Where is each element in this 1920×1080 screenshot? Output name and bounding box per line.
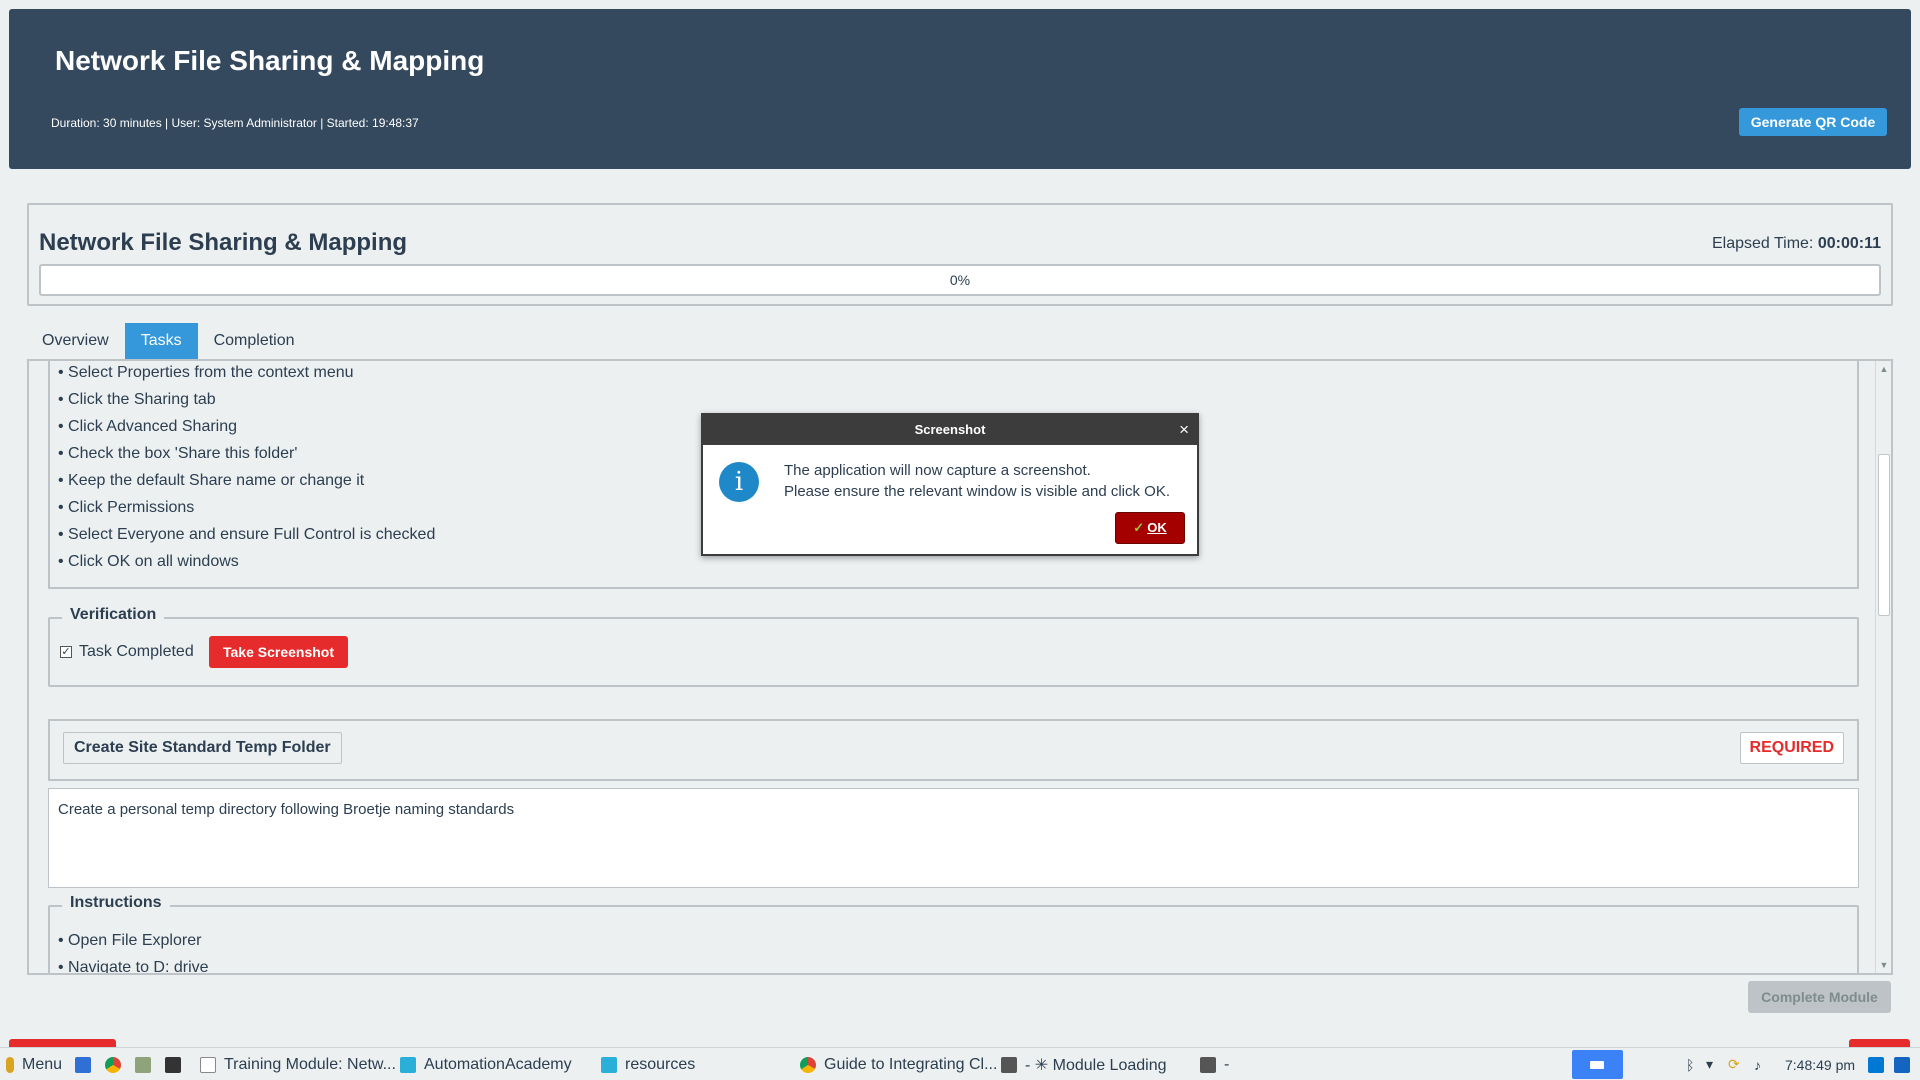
folder-icon <box>400 1056 416 1073</box>
bottom-left-button-edge[interactable] <box>9 1039 116 1047</box>
generate-qr-code-button[interactable]: Generate QR Code <box>1739 108 1887 136</box>
step-item: • Keep the default Share name or change … <box>58 472 365 489</box>
show-desktop-icon[interactable] <box>75 1048 99 1080</box>
volume-icon[interactable]: ♪ <box>1754 1048 1761 1080</box>
window-icon <box>200 1056 216 1073</box>
bottom-right-button-edge[interactable] <box>1849 1039 1910 1047</box>
terminal-icon[interactable] <box>165 1048 189 1080</box>
elapsed-time-value: 00:00:11 <box>1817 235 1881 252</box>
step-item: • Click Advanced Sharing <box>58 418 238 435</box>
dialog-message: The application will now capture a scree… <box>784 460 1170 502</box>
step-item: • Check the box 'Share this folder' <box>58 445 298 462</box>
info-icon: i <box>719 462 759 502</box>
dialog-title: Screenshot <box>703 415 1197 445</box>
ok-button[interactable]: ✓ OK <box>1115 512 1185 544</box>
menu-icon <box>6 1056 14 1073</box>
dialog-message-line: The application will now capture a scree… <box>784 462 1091 479</box>
folder-icon <box>601 1056 617 1073</box>
elapsed-time: Elapsed Time: 00:00:11 <box>1712 235 1881 253</box>
step-item: • Select Everyone and ensure Full Contro… <box>58 526 436 543</box>
taskbar-window-module-loading[interactable]: - ✳ Module Loading <box>1001 1048 1167 1080</box>
window-label: resources <box>625 1055 696 1073</box>
header-title: Network File Sharing & Mapping <box>55 45 485 76</box>
vertical-scrollbar[interactable]: ▲ ▼ <box>1875 361 1891 973</box>
chrome-icon <box>800 1056 816 1073</box>
update-icon[interactable]: ⟳ <box>1728 1048 1740 1080</box>
screenshot-dialog: Screenshot × i The application will now … <box>701 413 1199 556</box>
module-title: Network File Sharing & Mapping <box>39 229 408 256</box>
task-completed-label: Task Completed <box>79 643 194 660</box>
window-label: - <box>1224 1055 1230 1073</box>
taskbar-window-terminal[interactable]: - <box>1200 1048 1229 1080</box>
taskbar-window-guide[interactable]: Guide to Integrating Cl... <box>800 1048 997 1080</box>
step-item: • Click OK on all windows <box>58 553 239 570</box>
step-item: • Open File Explorer <box>58 932 202 949</box>
scroll-down-icon[interactable]: ▼ <box>1878 959 1890 971</box>
bluetooth-icon[interactable]: ᛒ <box>1686 1048 1694 1080</box>
task-name: Create Site Standard Temp Folder <box>63 732 342 764</box>
instructions-legend: Instructions <box>62 894 170 912</box>
take-screenshot-button[interactable]: Take Screenshot <box>209 636 348 668</box>
files-icon[interactable] <box>135 1048 159 1080</box>
app-header: Network File Sharing & Mapping Duration:… <box>9 9 1911 169</box>
check-icon: ✓ <box>1133 520 1145 535</box>
tab-tasks[interactable]: Tasks <box>124 323 198 359</box>
close-icon[interactable]: × <box>1179 415 1189 445</box>
progress-text: 0% <box>949 272 971 288</box>
terminal-icon <box>1001 1056 1017 1073</box>
window-label: AutomationAcademy <box>424 1055 572 1073</box>
tab-overview[interactable]: Overview <box>30 323 121 359</box>
wifi-icon[interactable]: ▾ <box>1706 1048 1713 1080</box>
task-header: Create Site Standard Temp Folder REQUIRE… <box>48 719 1859 781</box>
step-item: • Click Permissions <box>58 499 195 516</box>
module-panel: Network File Sharing & Mapping Elapsed T… <box>27 203 1893 306</box>
workspace-switcher[interactable] <box>1572 1050 1623 1079</box>
dialog-message-line: Please ensure the relevant window is vis… <box>784 483 1171 500</box>
clock[interactable]: 7:48:49 pm <box>1785 1048 1855 1080</box>
window-label: Guide to Integrating Cl... <box>824 1055 998 1073</box>
taskbar-window-automationacademy[interactable]: AutomationAcademy <box>400 1048 572 1080</box>
menu-label: Menu <box>22 1055 63 1073</box>
required-badge: REQUIRED <box>1739 732 1844 764</box>
taskbar: Menu Training Module: Netw... Automation… <box>0 1047 1920 1080</box>
task-completed-checkbox[interactable]: ✓ <box>60 646 72 658</box>
taskbar-window-training-module[interactable]: Training Module: Netw... <box>200 1048 396 1080</box>
elapsed-time-label: Elapsed Time: <box>1711 235 1814 252</box>
progress-bar: 0% <box>39 264 1881 296</box>
task-description: Create a personal temp directory followi… <box>48 788 1859 888</box>
verification-fieldset: Verification ✓ Task Completed Take Scree… <box>48 606 1859 687</box>
step-item: • Select Properties from the context men… <box>58 364 354 381</box>
vscode-icon[interactable] <box>1868 1048 1892 1080</box>
app-tray-icon[interactable] <box>1894 1048 1918 1080</box>
complete-module-button[interactable]: Complete Module <box>1748 981 1891 1013</box>
step-item: • Click the Sharing tab <box>58 391 216 408</box>
terminal-icon <box>1200 1056 1216 1073</box>
step-item: • Navigate to D: drive <box>58 959 209 975</box>
verification-legend: Verification <box>62 606 165 624</box>
instructions-fieldset: Instructions • Open File Explorer • Navi… <box>48 894 1859 975</box>
taskbar-window-resources[interactable]: resources <box>601 1048 695 1080</box>
tab-bar: Overview Tasks Completion <box>30 323 307 359</box>
scroll-thumb[interactable] <box>1878 454 1890 616</box>
chrome-icon[interactable] <box>105 1048 129 1080</box>
window-label: - ✳ Module Loading <box>1025 1056 1167 1074</box>
tab-completion[interactable]: Completion <box>202 323 307 359</box>
window-label: Training Module: Netw... <box>224 1055 396 1073</box>
scroll-up-icon[interactable]: ▲ <box>1878 363 1890 375</box>
ok-label: OK <box>1147 520 1167 535</box>
menu-button[interactable]: Menu <box>6 1048 62 1080</box>
session-info: Duration: 30 minutes | User: System Admi… <box>51 116 419 130</box>
